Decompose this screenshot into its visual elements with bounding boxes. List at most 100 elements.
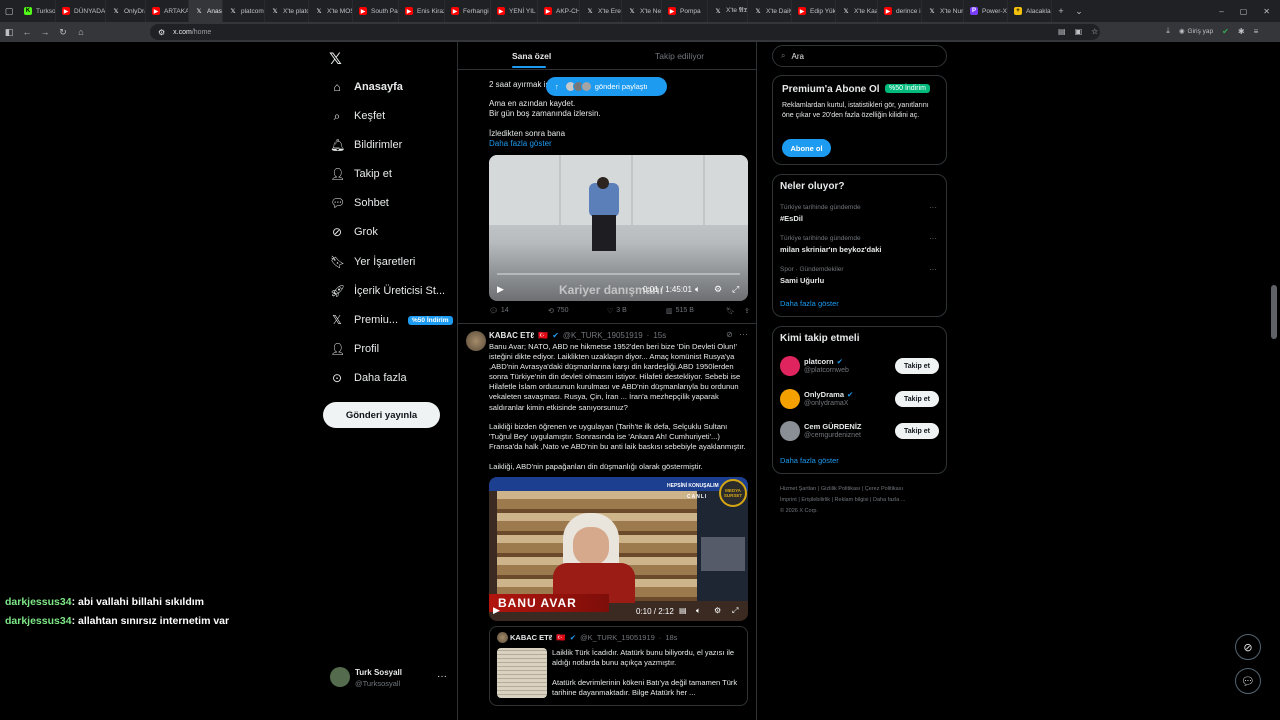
browser-tab[interactable]: 𝕏 X'te Kaan [836, 0, 878, 22]
follow-name[interactable]: platcorn [804, 357, 834, 366]
follow-avatar[interactable] [780, 421, 800, 441]
tab-for-you[interactable]: Sana özel [512, 51, 551, 61]
browser-tab[interactable]: ▶ Ferhangi [445, 0, 491, 22]
browser-menu-icon[interactable]: ≡ [1254, 27, 1259, 36]
share-icon[interactable]: ⇪ [744, 307, 750, 315]
trends-show-more[interactable]: Daha fazla göster [780, 299, 839, 308]
tab-search-icon[interactable]: ⌄ [1070, 6, 1088, 17]
tweet2-avatar[interactable] [466, 331, 486, 351]
footer-link[interactable]: İmprint [780, 497, 797, 503]
browser-tab[interactable]: K Turksosyal [18, 0, 56, 22]
browser-tab[interactable]: 𝕏 X'te platc [265, 0, 309, 22]
new-posts-pill[interactable]: ↑ gönderi paylaştı [546, 77, 667, 96]
footer-link[interactable]: Reklam bilgisi [835, 497, 869, 503]
video-progress-track[interactable] [497, 273, 740, 275]
trend-topic[interactable]: #EsDil [780, 214, 803, 223]
footer-link[interactable]: Çerez Politikası [865, 486, 903, 492]
trend-topic[interactable]: milan skriniar'ın beykoz'daki [780, 245, 882, 254]
browser-tab[interactable]: 𝕏 X'te 𝕬𝕯𝕸 [708, 0, 748, 22]
reply-button[interactable]: 💬︎ 14 [489, 307, 548, 315]
browser-tab[interactable]: P Power-Xt [964, 0, 1008, 22]
forward-icon[interactable]: → [36, 27, 54, 37]
browser-tab[interactable]: ▶ derince i [878, 0, 922, 22]
nav-item-more[interactable]: ⊙ Daha fazla [330, 368, 407, 388]
subscribe-button[interactable]: Abone ol [782, 139, 831, 157]
browser-tab[interactable]: 𝕏 X'te Neco [622, 0, 662, 22]
browser-tab[interactable]: 𝕏 X'te Daily [748, 0, 792, 22]
settings-icon[interactable]: ⚙ [714, 284, 722, 295]
browser-tab[interactable]: 𝕏Anasayfa✕ [189, 0, 223, 22]
reader-icon[interactable]: ▤ [1058, 27, 1066, 36]
trend-more-icon[interactable]: ··· [929, 234, 937, 243]
follow-button[interactable]: Takip et [895, 358, 939, 374]
extension-icon[interactable]: ✔ [1222, 27, 1229, 36]
volume-icon[interactable]: 🔈︎ [696, 606, 701, 616]
account-more-icon[interactable]: ··· [437, 671, 447, 682]
star-icon[interactable]: ☆ [1091, 27, 1098, 36]
home-icon[interactable]: ⌂ [72, 27, 90, 37]
nav-item-profile[interactable]: 👤︎ Profil [330, 339, 379, 359]
tab-following[interactable]: Takip ediliyor [655, 51, 704, 61]
download-icon[interactable]: ⤓ [1166, 26, 1170, 36]
grok-float-icon[interactable]: ⊘ [1235, 634, 1261, 660]
back-icon[interactable]: ← [18, 27, 36, 37]
browser-tab[interactable]: 𝕏 X'te Eren [580, 0, 622, 22]
nav-item-rocket[interactable]: 🚀︎ İçerik Üreticisi St... [330, 281, 445, 301]
site-info-icon[interactable]: ⚙ [158, 28, 165, 37]
bookmark-icon[interactable]: 🔖︎ [726, 307, 735, 315]
views-button[interactable]: ▥ 515 B [666, 307, 724, 315]
tab-actions-icon[interactable]: ▢ [0, 6, 18, 17]
browser-tab[interactable]: ▶ Pompa [662, 0, 708, 22]
reload-icon[interactable]: ↻ [54, 27, 72, 38]
browser-tab[interactable]: 𝕏 X'te MOS [309, 0, 353, 22]
browser-tab[interactable]: ▶ Edip Yüks [792, 0, 836, 22]
follow-avatar[interactable] [780, 389, 800, 409]
browser-tab[interactable]: ▶ AKP-CHP [538, 0, 580, 22]
nav-item-search[interactable]: ⌕ Keşfet [330, 106, 386, 126]
nav-item-chat[interactable]: 💬︎ Sohbet [330, 193, 389, 213]
new-tab-icon[interactable]: + [1052, 6, 1070, 16]
follow-button[interactable]: Takip et [895, 391, 939, 407]
close-window-icon[interactable]: ✕ [1263, 7, 1270, 16]
tweet-more-icon[interactable]: ··· [739, 329, 748, 339]
page-scrollbar[interactable] [1271, 285, 1277, 339]
show-more-link[interactable]: Daha fazla göster [489, 139, 552, 149]
browser-tab[interactable]: ▶ South Park [353, 0, 399, 22]
play-icon[interactable]: ▶ [497, 284, 504, 295]
browser-tab[interactable]: ▶ YENİ YIL [491, 0, 538, 22]
footer-link[interactable]: Gizlilik Politikası [821, 486, 860, 492]
follow-name[interactable]: OnlyDrama [804, 390, 844, 399]
screenshot-icon[interactable]: ▣ [1075, 27, 1083, 36]
tweet2-author[interactable]: KABAC ЕТℓ [489, 331, 534, 340]
who-to-follow-show-more[interactable]: Daha fazla göster [780, 456, 839, 465]
nav-item-bell[interactable]: 🔔︎ Bildirimler [330, 135, 402, 155]
sidebar-toggle-icon[interactable]: ◧ [0, 27, 18, 38]
maximize-icon[interactable]: ▢ [1240, 7, 1248, 16]
follow-avatar[interactable] [780, 356, 800, 376]
browser-tab[interactable]: ▶ ARTAKALI [146, 0, 189, 22]
address-bar[interactable]: ⚙ x.com/home [150, 24, 1100, 40]
trend-more-icon[interactable]: ··· [929, 265, 937, 274]
nav-item-add-user[interactable]: 👤︎ Takip et [330, 164, 392, 184]
footer-link[interactable]: Erişilebilirlik [801, 497, 830, 503]
trend-more-icon[interactable]: ··· [929, 203, 937, 212]
browser-tab[interactable]: ▶ Enis Kirazo [399, 0, 445, 22]
nav-item-home[interactable]: ⌂ Anasayfa [330, 77, 403, 97]
grok-icon[interactable]: ⊘ [726, 330, 733, 339]
captions-icon[interactable]: ▤ [679, 606, 687, 615]
login-button[interactable]: ◉ Giriş yap [1179, 27, 1213, 36]
follow-button[interactable]: Takip et [895, 423, 939, 439]
footer-link[interactable]: Hizmet Şartları [780, 486, 816, 492]
tweet2-handle[interactable]: @K_TURK_19051919 [563, 331, 643, 340]
tweet1-video[interactable]: Kariyer danışmanı ▶ 0:01 / 1:45:01 🔈︎ ⚙ … [489, 155, 748, 301]
x-logo-icon[interactable]: 𝕏 [329, 49, 342, 69]
follow-name[interactable]: Cem GÜRDENİZ [804, 422, 862, 431]
fullscreen-icon[interactable]: ⤢ [732, 606, 738, 616]
settings-icon[interactable]: ⚙ [714, 606, 721, 615]
extensions-puzzle-icon[interactable]: ✱ [1238, 27, 1245, 36]
nav-item-grok[interactable]: ⊘ Grok [330, 222, 378, 242]
browser-tab[interactable]: 𝕏platcom [223, 0, 265, 22]
tweet2-video[interactable]: HEPSİNİ KONUŞALIM CANLI MEDYA SURSET BAN… [489, 477, 748, 621]
messages-float-icon[interactable]: 💬︎ [1235, 668, 1261, 694]
fullscreen-icon[interactable]: ⤢ [732, 284, 739, 295]
